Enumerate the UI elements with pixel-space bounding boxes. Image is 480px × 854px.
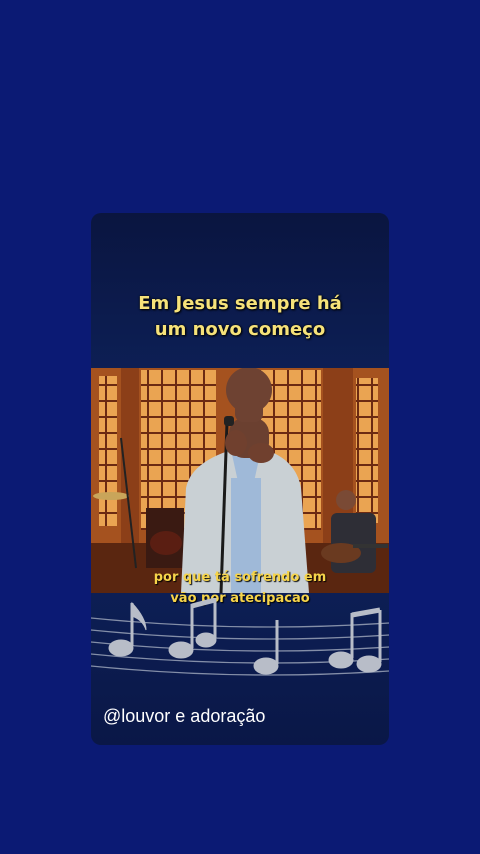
music-staff-decoration <box>91 598 389 676</box>
account-handle[interactable]: @louvor e adoração <box>103 706 265 727</box>
lyrics-line-1: por que tá sofrendo em <box>153 570 327 585</box>
singer-scene <box>91 368 389 593</box>
video-frame[interactable] <box>91 368 389 593</box>
post-title: Em Jesus sempre há um novo começo <box>138 293 342 340</box>
video-card[interactable]: Em Jesus sempre há um novo começo por qu… <box>91 213 389 745</box>
